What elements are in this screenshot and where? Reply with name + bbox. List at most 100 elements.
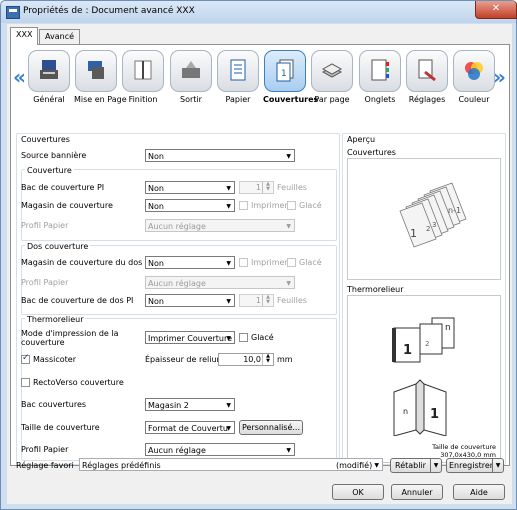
front-glossy-checkbox[interactable] (287, 201, 296, 210)
favorite-setting-label: Réglage favori (16, 461, 74, 470)
thermo-profile-select[interactable]: Aucun réglage (145, 443, 295, 456)
function-settings-button[interactable]: Réglages (405, 50, 449, 104)
function-label: Onglets (364, 95, 396, 104)
svg-text:n-1: n-1 (448, 206, 461, 215)
binding-thickness-spinner[interactable]: 10,0 ▲ ▼ (218, 353, 274, 366)
back-pi-tray-select[interactable]: Non (145, 294, 235, 307)
svg-text:2: 2 (426, 225, 430, 233)
preview-covers-label: Couvertures (347, 148, 396, 157)
function-label: Par page (314, 95, 350, 104)
front-pi-sheets-spinner[interactable]: 1 ▲ ▼ (239, 181, 274, 194)
binding-preview-icon: n 1 2 n 1 (392, 317, 455, 436)
function-icon-bar: « » Général Mise en Page Finition Sortir (11, 45, 509, 127)
ok-button[interactable]: OK (332, 484, 384, 500)
color-icon (465, 62, 483, 80)
covers-preview-box: n-1 1 2 3 (347, 158, 501, 280)
paper-icon (230, 59, 246, 81)
output-icon (182, 61, 200, 78)
function-label: Papier (225, 95, 251, 104)
chevron-down-icon: ▼ (374, 462, 379, 469)
function-label: Couvertures (263, 95, 319, 104)
back-magazine-select[interactable]: Non (145, 256, 235, 269)
back-pi-sheets-unit: Feuilles (277, 296, 307, 305)
save-button[interactable]: Enregistrer ▼ (446, 458, 504, 473)
thermo-preview-box: n 1 2 n 1 Taille de couverture 307,0x430… (347, 295, 501, 463)
function-label: Général (33, 95, 65, 104)
window-title: Propriétés de : Document avancé XXX (23, 6, 195, 16)
front-magazine-select[interactable]: Non (145, 199, 235, 212)
dialog-client: XXX Avancé « » Général Mise en Page Fini… (7, 24, 512, 504)
general-icon (40, 60, 58, 79)
banner-source-select[interactable]: Non (145, 149, 295, 162)
printer-app-icon (6, 6, 20, 19)
cancel-button[interactable]: Annuler (391, 484, 443, 500)
function-per-page-button[interactable]: Par page (310, 50, 354, 104)
trim-checkbox[interactable] (21, 353, 30, 364)
function-label: Finition (128, 95, 158, 104)
back-cover-title: Dos couverture (25, 242, 91, 251)
function-finishing-button[interactable]: Finition (121, 50, 165, 104)
back-pi-sheets-spinner[interactable]: 1 ▲ ▼ (239, 294, 274, 307)
back-pi-tray-label: Bac de couverture de dos PI (21, 296, 134, 305)
back-magazine-label: Magasin de couverture du dos (21, 258, 143, 267)
favorite-setting-select[interactable]: Réglages prédéfinis (modifié) ▼ (79, 458, 383, 471)
favorite-setting-value: Réglages prédéfinis (82, 461, 161, 470)
layout-icon (88, 61, 104, 79)
duplex-cover-checkbox[interactable] (21, 378, 30, 387)
custom-size-button[interactable]: Personnalisé... (239, 420, 303, 435)
front-magazine-label: Magasin de couverture (21, 201, 113, 210)
tab-panel: « » Général Mise en Page Finition Sortir (10, 44, 510, 466)
duplex-cover-label: RectoVerso couverture (33, 378, 124, 387)
cover-icon: 1 (276, 59, 294, 82)
function-general-button[interactable]: Général (27, 50, 71, 104)
settings-icon (418, 59, 436, 82)
function-tabs-button[interactable]: Onglets (358, 50, 402, 104)
front-profile-select[interactable]: Aucun réglage (145, 219, 295, 232)
function-color-button[interactable]: Couleur (452, 50, 496, 104)
svg-text:1: 1 (430, 407, 439, 422)
cover-tray-select[interactable]: Magasin 2 (145, 398, 235, 411)
cover-tray-label: Bac couvertures (21, 400, 87, 409)
function-covers-button[interactable]: 1 Couvertures (263, 50, 319, 104)
covers-section-title: Couvertures (21, 135, 70, 144)
print-mode-label: Mode d'impression de la couverture (21, 329, 119, 347)
svg-text:n: n (445, 323, 451, 333)
close-button[interactable]: ✕ (475, 1, 517, 19)
cover-stack-preview-icon: n-1 1 2 3 (399, 182, 467, 248)
finishing-icon (134, 60, 152, 80)
tab-xxx[interactable]: XXX (10, 27, 39, 45)
front-pi-tray-label: Bac de couverture PI (21, 183, 105, 192)
tab-avance[interactable]: Avancé (39, 29, 81, 44)
function-paper-button[interactable]: Papier (216, 50, 260, 104)
print-mode-select[interactable]: Imprimer Couverture (145, 331, 235, 344)
svg-text:1: 1 (403, 343, 412, 358)
function-label: Réglages (408, 95, 446, 104)
function-output-button[interactable]: Sortir (169, 50, 213, 104)
trim-label: Massicoter (33, 355, 77, 364)
per-page-icon (321, 63, 343, 78)
chevron-down-icon: ▼ (492, 459, 503, 473)
svg-text:2: 2 (425, 340, 429, 348)
back-profile-select[interactable]: Aucun réglage (145, 276, 295, 289)
cover-size-select[interactable]: Format de Couvertu (145, 421, 235, 434)
svg-text:3: 3 (432, 221, 436, 229)
thermo-profile-label: Profil Papier (21, 445, 69, 454)
back-glossy-checkbox[interactable] (287, 258, 296, 267)
thermo-glossy-checkbox[interactable] (239, 333, 248, 342)
front-pi-tray-select[interactable]: Non (145, 181, 235, 194)
function-layout-button[interactable]: Mise en Page (74, 50, 127, 104)
nav-prev-arrow[interactable]: « (13, 65, 26, 89)
help-button[interactable]: Aide (453, 484, 505, 500)
back-glossy-label: Glacé (299, 258, 322, 267)
binding-thickness-unit: mm (277, 355, 293, 364)
back-print-checkbox[interactable] (239, 258, 248, 267)
front-print-checkbox[interactable] (239, 201, 248, 210)
tabs-icon (371, 59, 389, 81)
front-glossy-label: Glacé (299, 201, 322, 210)
back-profile-label: Profil Papier (21, 278, 69, 287)
svg-text:n: n (403, 407, 408, 416)
chevron-down-icon: ▼ (430, 459, 441, 473)
restore-button[interactable]: Rétablir ▼ (390, 458, 442, 473)
function-label: Sortir (180, 95, 202, 104)
modified-indicator: (modifié) (336, 461, 373, 470)
